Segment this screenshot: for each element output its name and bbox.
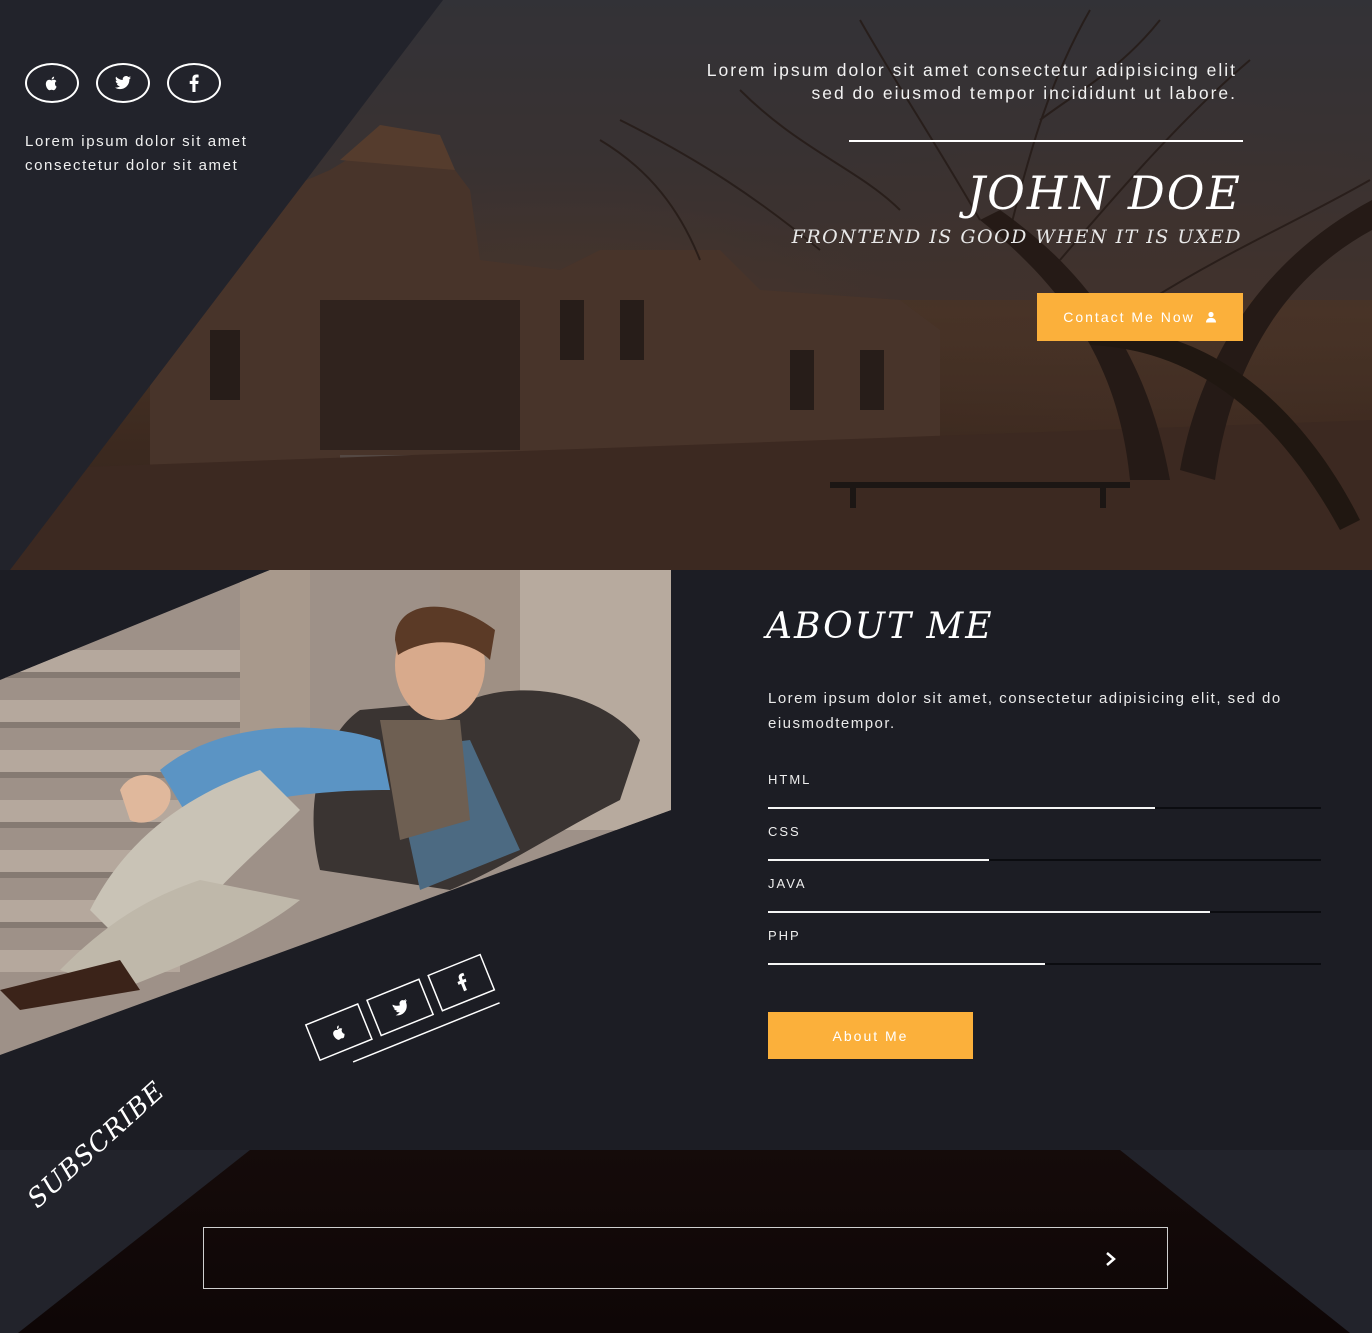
- apple-icon: [45, 76, 57, 91]
- skill-bar-fill: [768, 859, 990, 861]
- contact-me-label: Contact Me Now: [1063, 309, 1195, 325]
- about-title: ABOUT ME: [766, 606, 994, 647]
- user-icon: [1205, 311, 1216, 323]
- skill-label: CSS: [768, 824, 801, 839]
- skill-label: JAVA: [768, 876, 807, 891]
- apple-link[interactable]: [25, 63, 79, 103]
- apple-link[interactable]: [304, 1003, 373, 1062]
- tilted-social-links: [304, 953, 500, 1063]
- contact-me-button[interactable]: Contact Me Now: [1037, 293, 1243, 341]
- skill-row: JAVA: [768, 874, 1321, 926]
- skill-bar-track: [768, 911, 1321, 913]
- chevron-right-icon: [1106, 1252, 1116, 1266]
- twitter-link[interactable]: [366, 978, 435, 1037]
- twitter-link[interactable]: [96, 63, 150, 103]
- facebook-link[interactable]: [427, 953, 496, 1012]
- hero-lead-line-1: Lorem ipsum dolor sit amet consectetur a…: [706, 60, 1237, 80]
- skill-bar-fill: [768, 963, 1045, 965]
- about-section: ABOUT ME Lorem ipsum dolor sit amet, con…: [0, 570, 1372, 1150]
- hero-name: JOHN DOE: [966, 166, 1242, 220]
- about-me-label: About Me: [832, 1027, 909, 1044]
- skill-bar-track: [768, 859, 1321, 861]
- hero-note-line-1: Lorem ipsum dolor sit amet: [25, 133, 248, 150]
- hero-lead-text: Lorem ipsum dolor sit amet consectetur a…: [537, 59, 1237, 105]
- skill-bar-fill: [768, 807, 1156, 809]
- facebook-link[interactable]: [167, 63, 221, 103]
- subscribe-email-input[interactable]: [203, 1227, 1168, 1289]
- hero-intro-note: Lorem ipsum dolor sit amet consectetur d…: [25, 130, 325, 178]
- subscribe-submit-button[interactable]: [1098, 1246, 1124, 1272]
- facebook-icon: [189, 74, 199, 92]
- twitter-icon: [115, 76, 131, 90]
- skill-bar-track: [768, 807, 1321, 809]
- hero-social-links: [25, 63, 221, 103]
- twitter-icon: [392, 998, 407, 1016]
- skill-label: HTML: [768, 772, 812, 787]
- skill-row: CSS: [768, 822, 1321, 874]
- skill-row: HTML: [768, 770, 1321, 822]
- hero-note-line-2: consectetur dolor sit amet: [25, 157, 239, 174]
- about-me-button[interactable]: About Me: [768, 1012, 973, 1059]
- hero-lead-line-2: sed do eiusmod tempor incididunt ut labo…: [811, 83, 1237, 103]
- skill-bar-fill: [768, 911, 1211, 913]
- hero-section: Lorem ipsum dolor sit amet consectetur d…: [0, 0, 1372, 570]
- skill-label: PHP: [768, 928, 801, 943]
- subscribe-section: [0, 1150, 1372, 1333]
- apple-icon: [333, 1025, 345, 1040]
- facebook-icon: [457, 972, 467, 992]
- hero-divider: [849, 140, 1243, 142]
- hero-tagline: FRONTEND IS GOOD WHEN IT IS UXED: [791, 226, 1242, 248]
- about-text: Lorem ipsum dolor sit amet, consectetur …: [768, 690, 1282, 732]
- skill-row: PHP: [768, 926, 1321, 978]
- tilted-social-underline: [352, 1002, 500, 1063]
- skill-bar-track: [768, 963, 1321, 965]
- skills-list: HTML CSS JAVA PHP: [768, 770, 1321, 978]
